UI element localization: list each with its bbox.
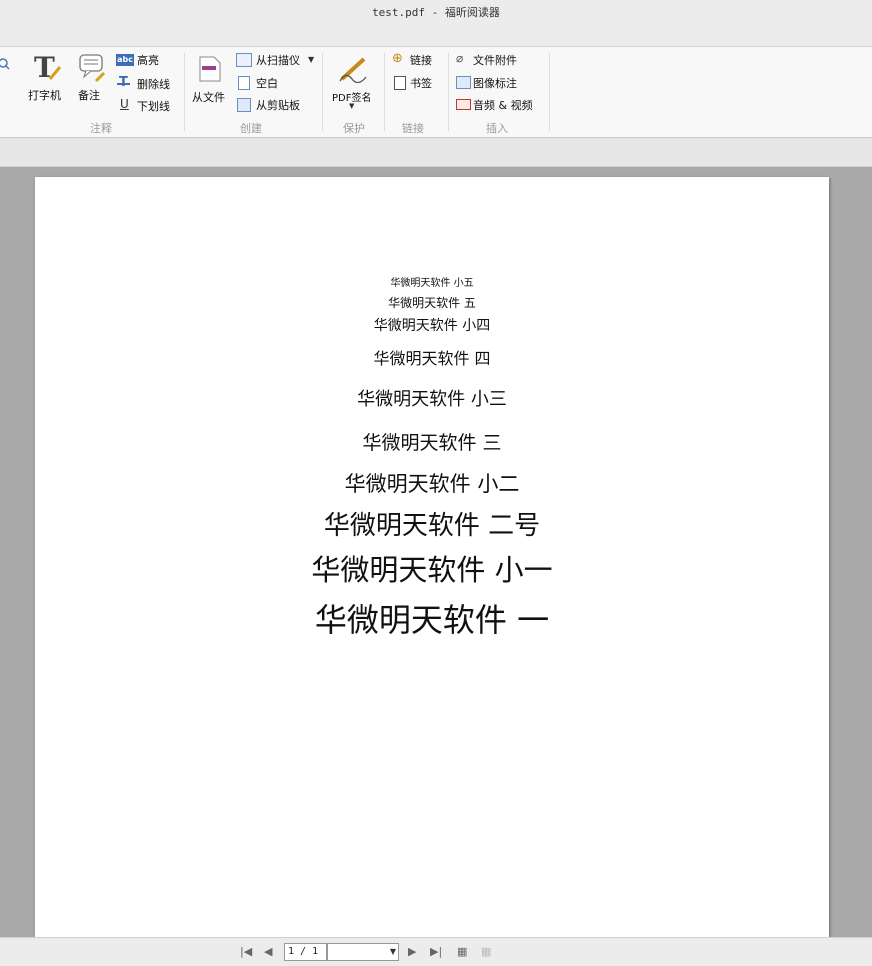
document-line: 华微明天软件 一 <box>314 601 550 639</box>
document-line: 华微明天软件 小四 <box>373 318 491 334</box>
typewriter-label: 打字机 <box>28 89 61 102</box>
zoom-dropdown[interactable]: ▼ <box>327 943 399 961</box>
underline-icon: U <box>120 97 129 111</box>
document-workspace[interactable]: 华微明天软件 小五 华微明天软件 五 华微明天软件 小四 华微明天软件 四 华微… <box>0 167 872 957</box>
bookmark-label: 书签 <box>410 77 432 90</box>
highlight-icon: abc <box>116 54 134 66</box>
next-page-icon[interactable]: ▶ <box>408 945 416 958</box>
document-line: 华微明天软件 小五 <box>390 278 474 289</box>
chevron-down-icon[interactable]: ▼ <box>349 102 354 110</box>
document-line: 华微明天软件 二号 <box>323 511 541 541</box>
bookmark-icon <box>394 76 406 90</box>
document-line: 华微明天软件 小三 <box>357 389 507 410</box>
highlight-button[interactable]: abc 高亮 <box>116 52 176 68</box>
typewriter-icon: T <box>32 51 62 85</box>
note-label: 备注 <box>78 89 100 102</box>
group-divider <box>448 53 449 131</box>
audio-video-button[interactable]: 音频 & 视频 <box>455 97 541 113</box>
blank-page-label: 空白 <box>256 77 278 90</box>
blank-page-button[interactable]: 空白 <box>236 75 296 91</box>
group-divider <box>549 53 550 131</box>
from-clipboard-label: 从剪贴板 <box>256 99 300 112</box>
typewriter-button[interactable]: T 打字机 <box>22 51 70 103</box>
scanner-icon <box>236 53 252 67</box>
pdf-page: 华微明天软件 小五 华微明天软件 五 华微明天软件 小四 华微明天软件 四 华微… <box>35 177 829 957</box>
strikeout-button[interactable]: T 删除线 <box>116 75 182 91</box>
blank-page-icon <box>238 76 250 90</box>
link-button[interactable]: ⊕ 链接 <box>392 51 446 68</box>
note-icon <box>78 53 106 87</box>
from-scanner-label: 从扫描仪 <box>256 54 300 67</box>
image-annotation-button[interactable]: 图像标注 <box>455 75 531 91</box>
document-line: 华微明天软件 四 <box>373 349 491 368</box>
document-line: 华微明天软件 三 <box>362 432 502 454</box>
window-title: test.pdf - 福昕阅读器 <box>372 6 500 19</box>
zoom-in-icon[interactable] <box>0 55 10 70</box>
pdf-sign-button[interactable]: PDF签名 ▼ <box>328 51 380 111</box>
video-icon <box>456 99 471 110</box>
previous-page-icon[interactable]: ◀ <box>264 945 272 958</box>
paperclip-icon: ⌀ <box>456 51 464 65</box>
group-divider <box>184 53 185 131</box>
document-line: 华微明天软件 五 <box>388 296 476 310</box>
underline-label: 下划线 <box>137 100 170 113</box>
strikeout-label: 删除线 <box>137 78 170 91</box>
from-file-icon <box>196 55 224 87</box>
chevron-down-icon[interactable]: ▼ <box>308 55 314 64</box>
strikeout-line-icon <box>117 83 130 85</box>
chevron-down-icon: ▼ <box>389 947 396 956</box>
link-icon: ⊕ <box>392 51 403 66</box>
from-scanner-button[interactable]: 从扫描仪 ▼ <box>236 52 316 68</box>
group-divider <box>384 53 385 131</box>
insert-group-label: 插入 <box>486 122 508 135</box>
link-label: 链接 <box>410 54 432 67</box>
pen-sign-icon <box>338 53 370 87</box>
continuous-view-icon[interactable]: ▦ <box>481 945 491 958</box>
protect-group-label: 保护 <box>343 122 365 135</box>
audio-video-label: 音频 & 视频 <box>473 99 533 112</box>
highlight-label: 高亮 <box>137 54 159 67</box>
from-file-button[interactable]: 从文件 <box>188 51 232 104</box>
bookmark-button[interactable]: 书签 <box>392 75 446 91</box>
create-group-label: 创建 <box>240 122 262 135</box>
page-number-input[interactable]: 1 / 1 <box>284 943 327 961</box>
status-bar: |◀ ◀ 1 / 1 ▼ ▶ ▶| ▦ ▦ <box>0 937 872 966</box>
first-page-icon[interactable]: |◀ <box>240 945 252 958</box>
file-attachment-button[interactable]: ⌀ 文件附件 <box>455 51 531 68</box>
image-icon <box>456 76 471 89</box>
clipboard-icon <box>237 98 251 112</box>
underline-button[interactable]: U 下划线 <box>116 97 182 113</box>
ribbon-toolbar: T 打字机 备注 abc 高亮 T 删除线 U 下划线 注释 从文件 从扫描仪 … <box>0 47 872 138</box>
from-clipboard-button[interactable]: 从剪贴板 <box>236 97 312 113</box>
note-button[interactable]: 备注 <box>74 51 108 103</box>
last-page-icon[interactable]: ▶| <box>430 945 442 958</box>
from-file-label: 从文件 <box>192 91 225 104</box>
annotate-group-label: 注释 <box>90 122 112 135</box>
secondary-toolbar <box>0 138 872 167</box>
links-group-label: 链接 <box>402 122 424 135</box>
document-line: 华微明天软件 小一 <box>311 553 553 587</box>
image-annotation-label: 图像标注 <box>473 77 517 90</box>
single-page-view-icon[interactable]: ▦ <box>457 945 467 958</box>
group-divider <box>322 53 323 131</box>
title-bar: test.pdf - 福昕阅读器 <box>0 0 872 47</box>
document-line: 华微明天软件 小二 <box>344 472 520 496</box>
file-attachment-label: 文件附件 <box>473 54 517 67</box>
